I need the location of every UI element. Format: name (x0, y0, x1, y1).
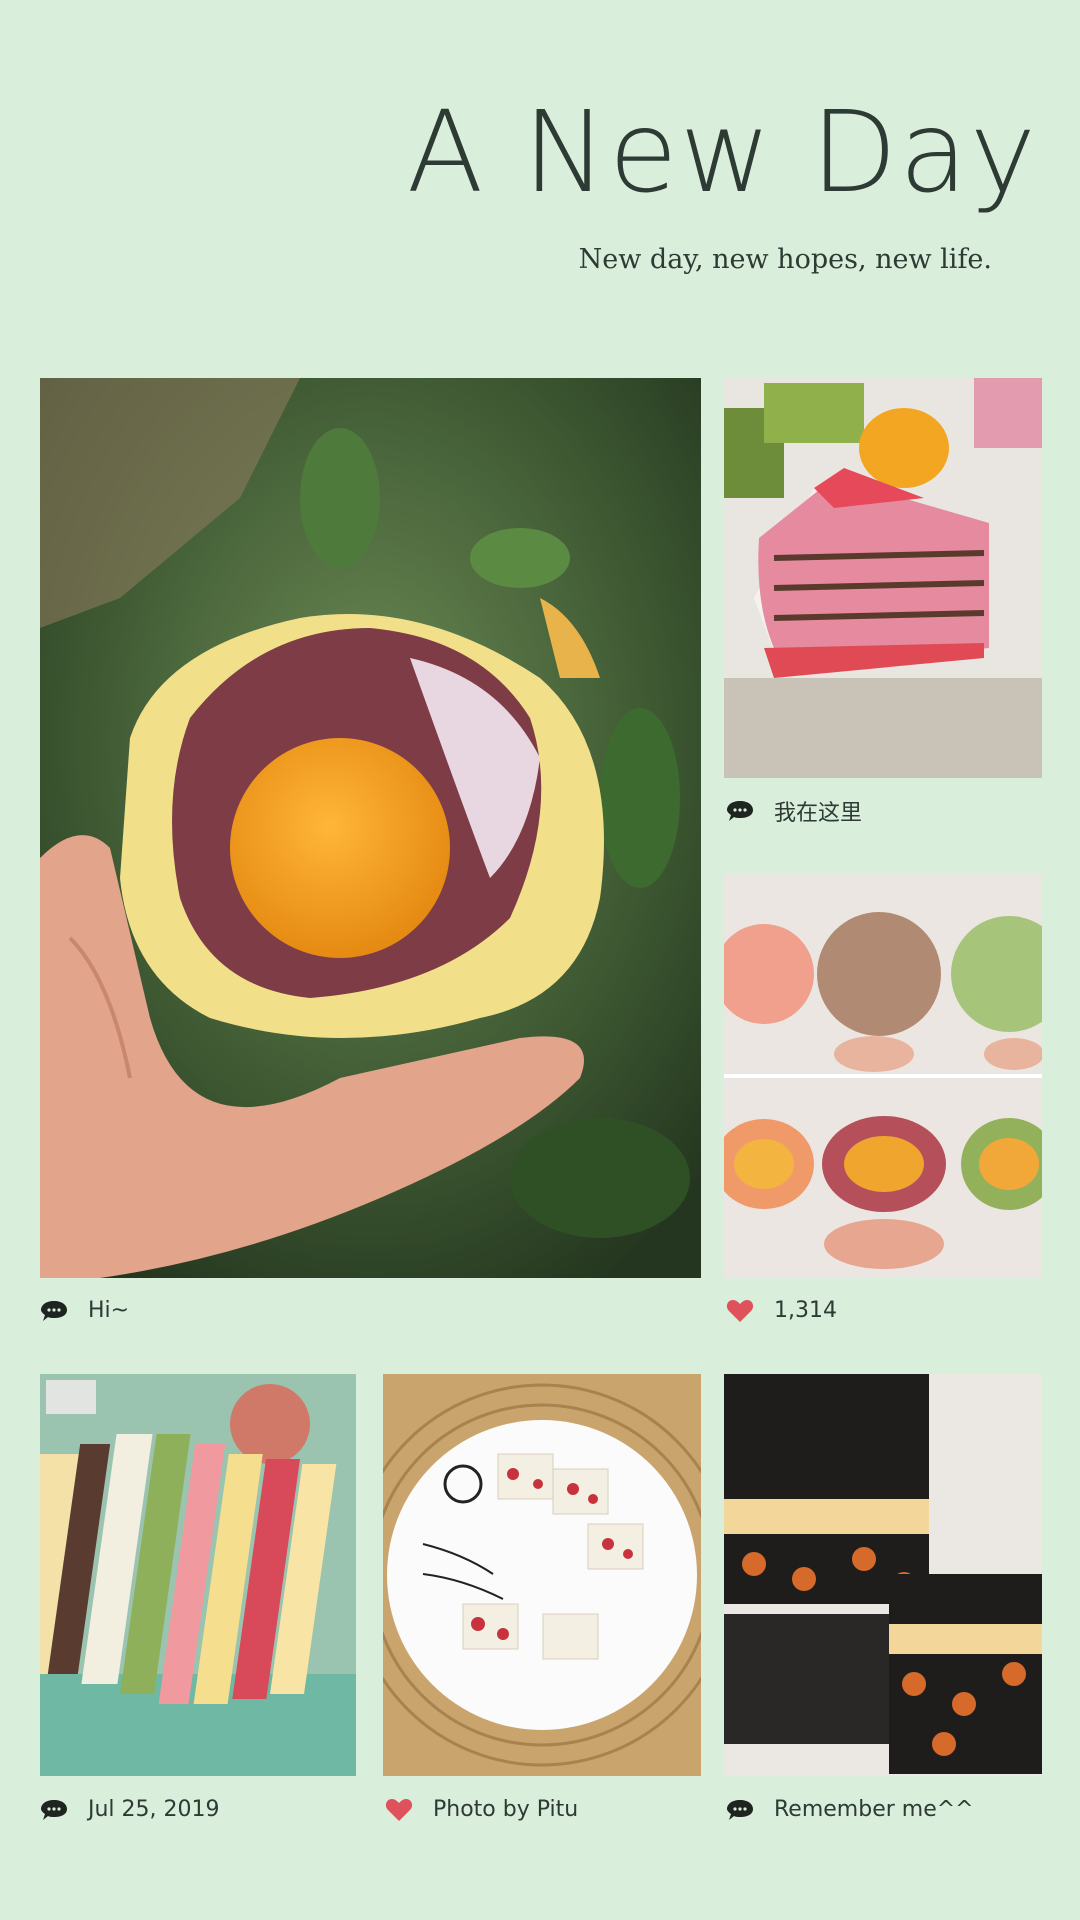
caption-text: 我在这里 (774, 801, 863, 826)
page-title: A New Day (406, 88, 1038, 218)
heart-icon[interactable] (385, 1798, 413, 1822)
nougat-plate-photo[interactable] (383, 1374, 701, 1776)
pastry-grid-photo[interactable] (724, 874, 1042, 1278)
like-count: 1,314 (774, 1298, 837, 1323)
caption-mooncake: Hi~ (40, 1298, 129, 1323)
comment-icon[interactable] (726, 1798, 754, 1822)
caption-nougat: Photo by Pitu (385, 1797, 578, 1822)
page-subtitle: New day, new hopes, new life. (578, 244, 992, 275)
caption-pastry: 1,314 (726, 1298, 837, 1323)
sandwich-cake-photo[interactable] (40, 1374, 356, 1776)
caption-text: Hi~ (88, 1298, 130, 1323)
comment-icon[interactable] (726, 799, 754, 823)
mooncake-photo[interactable] (40, 378, 701, 1278)
caption-text: Photo by Pitu (433, 1797, 579, 1822)
comment-icon[interactable] (40, 1299, 68, 1323)
gift-box-photo[interactable] (724, 1374, 1042, 1776)
caption-giftbox: Remember me^^ (726, 1797, 974, 1822)
caption-sandwich: Jul 25, 2019 (40, 1797, 220, 1822)
caption-crepe: 我在这里 (726, 795, 862, 827)
heart-icon[interactable] (726, 1299, 754, 1323)
caption-text: Remember me^^ (774, 1797, 974, 1822)
crepe-cake-photo[interactable] (724, 378, 1042, 778)
comment-icon[interactable] (40, 1798, 68, 1822)
caption-date: Jul 25, 2019 (88, 1797, 220, 1822)
